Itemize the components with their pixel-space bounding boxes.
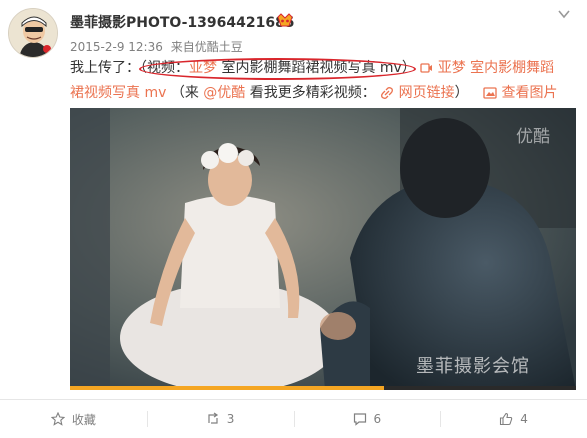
video-frame-image <box>70 108 576 390</box>
comment-count: 6 <box>373 412 382 426</box>
video-label: 视频： <box>147 60 189 76</box>
comment-button[interactable]: 6 <box>293 400 441 438</box>
post-meta: 2015-2-9 12:36 来自优酷土豆 <box>70 38 243 55</box>
comment-icon <box>353 413 366 426</box>
from-open: （来 <box>170 85 204 101</box>
video-thumbnail[interactable]: 优酷 墨菲摄影会馆 <box>70 108 576 390</box>
from-rest: 看我更多精彩视频： <box>245 85 376 101</box>
paren-open: （ <box>140 60 147 76</box>
post-text: 我上传了：（视频：亚梦 室内影棚舞蹈裙视频写真 mv） 亚梦 室内影棚舞蹈 裙视频… <box>70 56 576 106</box>
source-app[interactable]: 优酷土豆 <box>195 40 243 54</box>
video-link-title-2[interactable]: 裙视频写真 mv <box>70 85 166 101</box>
source-prefix: 来自 <box>170 40 195 54</box>
like-icon <box>500 412 513 426</box>
view-image-label[interactable]: 查看图片 <box>502 85 558 101</box>
avatar[interactable] <box>8 8 58 58</box>
username[interactable]: 墨菲摄影PHOTO-13964421685 <box>70 12 295 32</box>
video-icon <box>420 63 433 73</box>
chevron-down-icon[interactable] <box>557 7 571 21</box>
web-link-label[interactable]: 网页链接 <box>399 85 455 101</box>
action-bar: 收藏 3 6 4 <box>0 400 587 438</box>
video-progress-bar[interactable] <box>70 386 576 390</box>
repost-icon <box>208 412 218 424</box>
link-icon <box>381 87 394 99</box>
like-button[interactable]: 4 <box>440 400 587 438</box>
web-link[interactable]: 网页链接 <box>380 85 455 101</box>
paren-close: ） <box>401 60 416 76</box>
video-title: 室内影棚舞蹈裙视频写真 mv <box>217 60 402 76</box>
view-image-link[interactable]: 查看图片 <box>483 85 558 101</box>
favorite-label: 收藏 <box>71 412 96 427</box>
video-progress-fill <box>70 386 384 390</box>
repost-count: 3 <box>226 412 235 426</box>
vip-icon[interactable] <box>276 12 294 28</box>
image-icon <box>483 87 497 99</box>
repost-button[interactable]: 3 <box>146 400 294 438</box>
text-prefix: 我上传了： <box>70 60 140 76</box>
star-icon <box>50 412 65 426</box>
close-paren: ） <box>454 85 469 101</box>
watermark-youku: 优酷 <box>516 127 550 147</box>
video-link-title-1[interactable]: 亚梦 室内影棚舞蹈 <box>438 60 554 76</box>
favorite-button[interactable]: 收藏 <box>0 400 147 438</box>
watermark-studio: 墨菲摄影会馆 <box>416 356 530 377</box>
post-date[interactable]: 2015-2-9 12:36 <box>70 40 163 54</box>
like-count: 4 <box>520 412 528 426</box>
video-title-highlight[interactable]: 亚梦 <box>189 60 217 76</box>
mention-youku[interactable]: @优酷 <box>203 85 245 101</box>
